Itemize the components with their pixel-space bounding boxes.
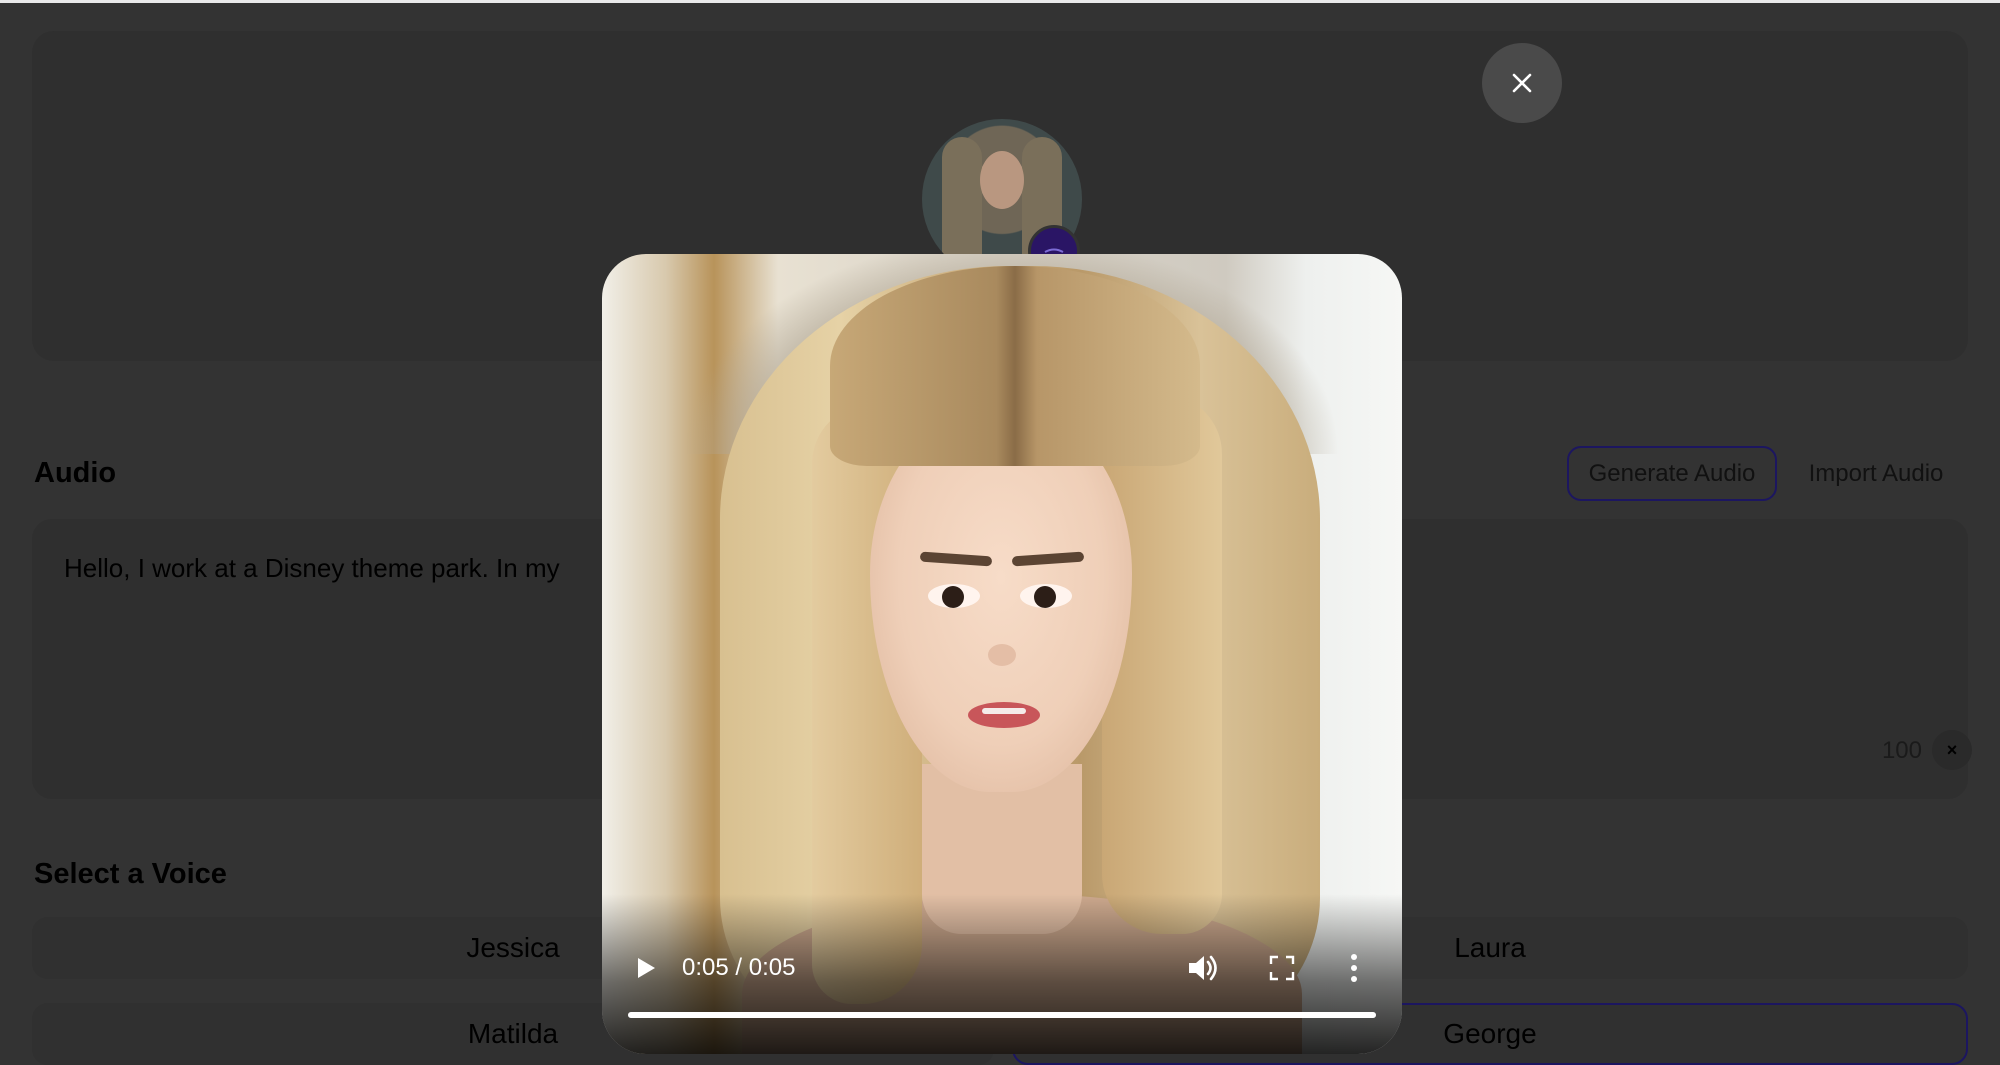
voice-section-title: Select a Voice (34, 858, 227, 890)
video-progress-fill (628, 1012, 1376, 1018)
close-modal-button[interactable] (1482, 43, 1562, 123)
portrait-lips (968, 702, 1040, 728)
video-time: 0:05 / 0:05 (682, 954, 796, 981)
volume-icon (1189, 955, 1217, 981)
import-audio-button[interactable]: Import Audio (1800, 446, 1952, 501)
close-icon: × (1946, 739, 1958, 760)
video-player[interactable]: 0:05 / 0:05 (602, 254, 1402, 1054)
portrait-eye (928, 584, 980, 608)
volume-button[interactable] (1186, 952, 1220, 984)
portrait-nose (988, 644, 1016, 666)
portrait-hair-top (830, 266, 1200, 466)
avatar-face (980, 151, 1024, 209)
video-progress-bar[interactable] (628, 1012, 1376, 1018)
audio-text-content: Hello, I work at a Disney theme park. In… (64, 553, 560, 583)
audio-section-title: Audio (34, 457, 117, 489)
more-options-button[interactable] (1348, 952, 1360, 984)
character-count: 100 (1881, 737, 1922, 764)
portrait-eye (1020, 584, 1072, 608)
clear-text-button[interactable]: × (1932, 730, 1972, 770)
close-icon (1512, 73, 1532, 93)
generate-audio-button[interactable]: Generate Audio (1567, 446, 1777, 501)
fullscreen-button[interactable] (1268, 954, 1296, 982)
fullscreen-icon (1269, 955, 1295, 981)
more-vertical-icon (1351, 954, 1357, 982)
play-button[interactable] (632, 954, 660, 982)
play-icon (638, 958, 655, 978)
